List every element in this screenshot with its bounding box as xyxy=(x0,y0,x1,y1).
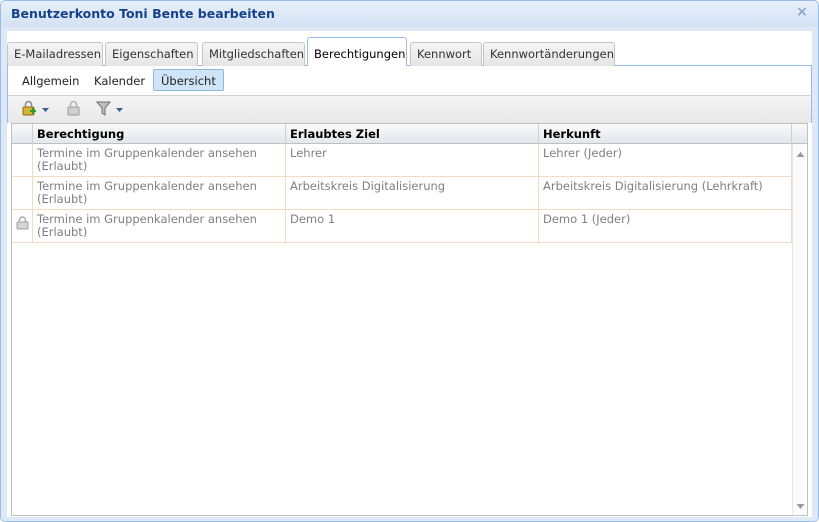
subtab-calendar[interactable]: Kalender xyxy=(86,69,153,91)
subtab-bar: Allgemein Kalender Übersicht xyxy=(7,66,812,96)
subtab-general[interactable]: Allgemein xyxy=(14,69,87,91)
tab-memberships[interactable]: Mitgliedschaften xyxy=(202,42,305,66)
table-row[interactable]: Termine im Gruppenkalender ansehen (Erla… xyxy=(12,144,792,177)
permission-state: (Erlaubt) xyxy=(37,225,88,239)
table-row[interactable]: Termine im Gruppenkalender ansehen (Erla… xyxy=(12,177,792,210)
target-cell: Arbeitskreis Digitalisierung xyxy=(286,177,539,210)
permission-cell: Termine im Gruppenkalender ansehen (Erla… xyxy=(33,177,286,210)
permission-cell: Termine im Gruppenkalender ansehen (Erla… xyxy=(33,210,286,243)
header-permission[interactable]: Berechtigung xyxy=(33,124,286,144)
add-permission-button[interactable] xyxy=(20,100,52,120)
scroll-down-icon[interactable] xyxy=(796,503,805,510)
tab-strip: E-Mailadressen Eigenschaften Mitgliedsch… xyxy=(7,31,812,67)
origin-cell: Arbeitskreis Digitalisierung (Lehrkraft) xyxy=(539,177,792,210)
lock-cell xyxy=(12,210,33,243)
vertical-scrollbar[interactable] xyxy=(792,144,807,515)
dialog-titlebar[interactable]: Benutzerkonto Toni Bente bearbeiten × xyxy=(1,1,818,27)
grid-toolbar xyxy=(7,96,812,123)
tab-email-addresses[interactable]: E-Mailadressen xyxy=(7,42,103,66)
remove-permission-icon xyxy=(67,100,80,116)
target-cell: Demo 1 xyxy=(286,210,539,243)
lock-cell xyxy=(12,177,33,210)
dialog-body: E-Mailadressen Eigenschaften Mitgliedsch… xyxy=(7,31,812,517)
lock-icon xyxy=(16,216,29,230)
origin-cell: Lehrer (Jeder) xyxy=(539,144,792,177)
remove-permission-button[interactable] xyxy=(65,100,83,120)
table-row[interactable]: Termine im Gruppenkalender ansehen (Erla… xyxy=(12,210,792,243)
header-allowed-target[interactable]: Erlaubtes Ziel xyxy=(286,124,539,144)
permission-state: (Erlaubt) xyxy=(37,192,88,206)
filter-icon xyxy=(96,101,123,116)
permission-cell: Termine im Gruppenkalender ansehen (Erla… xyxy=(33,144,286,177)
tab-properties[interactable]: Eigenschaften xyxy=(105,42,198,66)
close-icon[interactable]: × xyxy=(796,5,808,19)
lock-cell xyxy=(12,144,33,177)
permissions-grid: Berechtigung Erlaubtes Ziel Herkunft Ter… xyxy=(11,123,808,516)
edit-user-dialog: Benutzerkonto Toni Bente bearbeiten × E-… xyxy=(0,0,819,522)
grid-header: Berechtigung Erlaubtes Ziel Herkunft xyxy=(12,124,807,144)
permission-state: (Erlaubt) xyxy=(37,159,88,173)
add-permission-icon xyxy=(22,100,49,116)
tab-password[interactable]: Kennwort xyxy=(410,42,482,66)
header-lock-column xyxy=(12,124,33,144)
filter-button[interactable] xyxy=(96,100,128,120)
tab-permissions[interactable]: Berechtigungen xyxy=(307,37,407,67)
target-cell: Lehrer xyxy=(286,144,539,177)
tab-password-changes[interactable]: Kennwortänderungen xyxy=(483,42,615,66)
origin-cell: Demo 1 (Jeder) xyxy=(539,210,792,243)
header-origin[interactable]: Herkunft xyxy=(539,124,792,144)
subtab-overview[interactable]: Übersicht xyxy=(153,69,224,91)
scroll-up-icon[interactable] xyxy=(796,151,805,158)
dialog-title: Benutzerkonto Toni Bente bearbeiten xyxy=(11,6,275,21)
